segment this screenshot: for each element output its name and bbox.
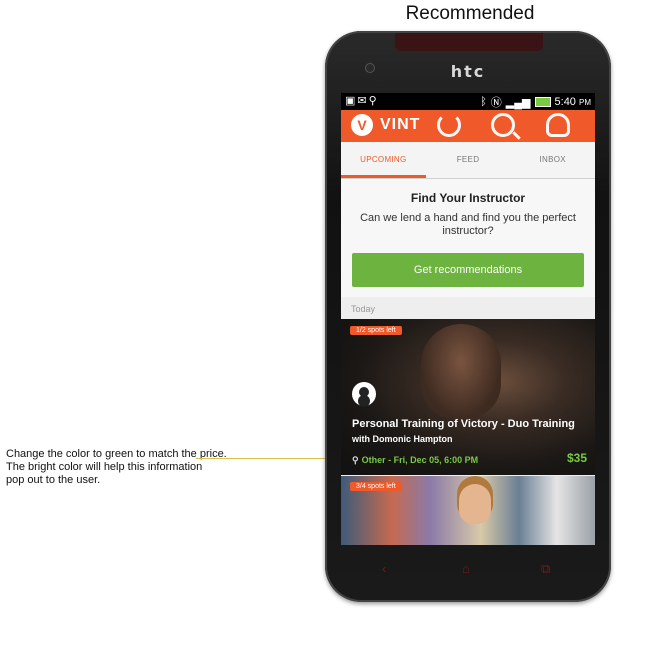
bluetooth-icon: ᛒ bbox=[480, 96, 487, 108]
event-meta: ⚲ Other - Fri, Dec 05, 6:00 PM bbox=[352, 455, 478, 466]
tab-upcoming[interactable]: UPCOMING bbox=[341, 142, 426, 178]
tab-inbox[interactable]: INBOX bbox=[510, 142, 595, 178]
battery-icon bbox=[534, 97, 551, 107]
recommendation-card: Find Your Instructor Can we lend a hand … bbox=[341, 179, 595, 297]
section-label-today: Today bbox=[351, 304, 376, 314]
annotation-note: Change the color to green to match the p… bbox=[6, 448, 256, 487]
card-body: Can we lend a hand and find you the perf… bbox=[360, 212, 576, 237]
event-host: with Domonic Hampton bbox=[352, 434, 453, 444]
event-card[interactable]: 1/2 spots left Personal Training of Vict… bbox=[341, 319, 595, 475]
device-brand: htc bbox=[450, 62, 486, 81]
phone-screen: ▣✉⚲ ᛒ Ⓝ ▂▄▆ 5:40 PM V VINT UPCOMING FEED… bbox=[341, 93, 595, 545]
annotation-line: The bright color will help this informat… bbox=[6, 461, 203, 473]
tab-bar: UPCOMING FEED INBOX bbox=[341, 142, 595, 179]
activity-icon: ⚲ bbox=[352, 455, 359, 465]
phone-earpiece bbox=[395, 33, 543, 51]
app-name: VINT bbox=[380, 116, 421, 133]
card-title: Find Your Instructor bbox=[410, 191, 526, 205]
instructor-avatar[interactable] bbox=[352, 382, 376, 406]
recent-apps-button-icon[interactable]: ⧉ bbox=[541, 561, 550, 577]
status-bar: ▣✉⚲ ᛒ Ⓝ ▂▄▆ 5:40 PM bbox=[341, 93, 595, 110]
nfc-icon: Ⓝ bbox=[490, 97, 502, 109]
refresh-icon[interactable] bbox=[437, 113, 461, 137]
event-meta-text: Other - Fri, Dec 05, 6:00 PM bbox=[361, 455, 479, 465]
event-title: Personal Training of Victory - Duo Train… bbox=[352, 418, 575, 430]
profile-icon[interactable] bbox=[546, 113, 570, 137]
event-card[interactable]: 3/4 spots left bbox=[341, 476, 595, 545]
status-time: 5:40 PM bbox=[554, 96, 591, 108]
tab-feed[interactable]: FEED bbox=[426, 142, 511, 178]
spots-left-badge: 1/2 spots left bbox=[350, 326, 402, 335]
search-icon[interactable] bbox=[491, 113, 515, 137]
front-camera bbox=[366, 64, 374, 72]
event-price: $35 bbox=[566, 451, 587, 465]
event-photo bbox=[459, 484, 491, 524]
signal-icon: ▂▄▆ bbox=[505, 96, 531, 109]
status-icons: ᛒ Ⓝ ▂▄▆ 5:40 PM bbox=[480, 94, 591, 110]
home-button-icon[interactable]: ⌂ bbox=[462, 561, 470, 576]
app-bar: V VINT bbox=[341, 110, 595, 142]
vint-logo-icon: V bbox=[351, 114, 373, 136]
annotation-line: pop out to the user. bbox=[6, 474, 101, 486]
annotation-line: Change the color to green to match the p… bbox=[6, 448, 227, 460]
notification-icons: ▣✉⚲ bbox=[345, 95, 379, 107]
get-recommendations-button[interactable]: Get recommendations bbox=[352, 253, 584, 287]
spots-left-badge: 3/4 spots left bbox=[350, 482, 402, 491]
back-button-icon[interactable]: ‹ bbox=[382, 561, 386, 576]
page-title: Recommended bbox=[405, 3, 535, 24]
